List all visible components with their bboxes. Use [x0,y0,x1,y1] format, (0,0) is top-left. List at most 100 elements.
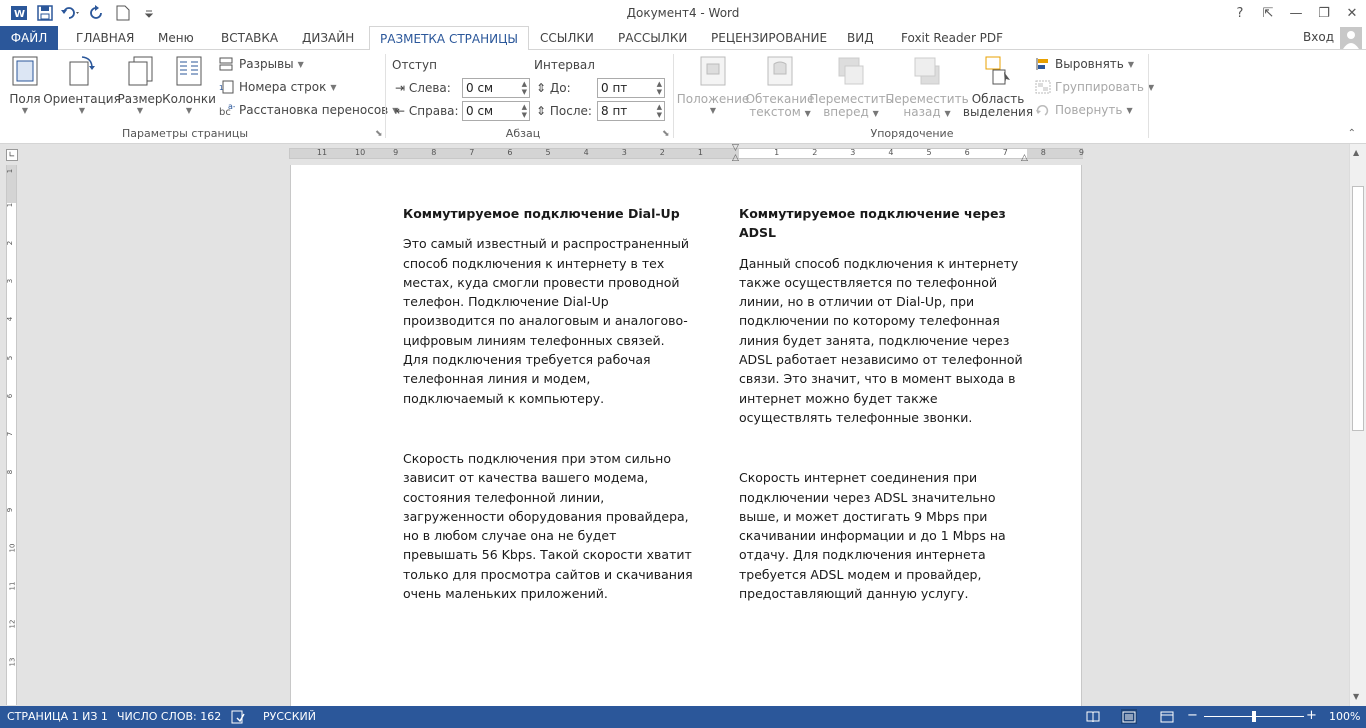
spinner-arrows-icon[interactable]: ▲ ▼ [657,80,662,96]
tab-mailings[interactable]: РАССЫЛКИ [608,26,697,50]
tab-references[interactable]: ССЫЛКИ [530,26,604,50]
group-button[interactable]: Группировать ▼ [1035,80,1154,94]
spacing-before-value: 0 пт [601,81,628,95]
column-left[interactable]: Коммутируемое подключение Dial-Up Это са… [403,165,693,644]
line-numbers-label: Номера строк [239,80,327,94]
spacing-after-field[interactable]: 8 пт ▲ ▼ [597,101,665,121]
tab-home[interactable]: ГЛАВНАЯ [66,26,144,50]
zoom-in-button[interactable]: + [1306,708,1317,723]
spinner-arrows-icon[interactable]: ▲ ▼ [522,80,527,96]
align-button[interactable]: Выровнять ▼ [1035,57,1134,71]
indent-right-field[interactable]: 0 см ▲ ▼ [462,101,530,121]
ruler-tick-label: 11 [316,148,328,157]
vruler-tick-label: 3 [6,279,15,284]
indent-right-label: ⇤ Справа: [395,104,459,118]
tab-file[interactable]: ФАЙЛ [0,26,58,50]
ruler-tick-label: 9 [1078,148,1084,157]
tab-foxit-reader-pdf[interactable]: Foxit Reader PDF [891,26,1013,50]
line-numbers-button[interactable]: 1 Номера строк ▼ [219,80,337,94]
scrollbar-thumb[interactable] [1352,186,1364,431]
vruler-tick-label: 9 [6,507,15,513]
document-page[interactable]: Коммутируемое подключение Dial-Up Это са… [290,165,1082,706]
margins-button[interactable]: Поля ▼ [8,56,42,115]
selection-pane-button[interactable]: Область выделения [962,56,1034,119]
zoom-out-button[interactable]: − [1187,708,1198,723]
spacing-before-label-text: До: [549,81,571,95]
scroll-up-icon[interactable]: ▲ [1353,148,1359,157]
paragraph-dialog-launcher-icon[interactable]: ⬊ [662,129,670,139]
ruler-right-margin-shade [1027,149,1083,158]
ribbon: Поля ▼ Ориентация ▼ Размер ▼ Колонки ▼ Р… [0,50,1366,144]
zoom-level[interactable]: 100% [1329,710,1360,723]
arrange-group-label: Упорядочение [870,127,954,140]
read-mode-icon[interactable] [1085,709,1101,724]
ruler-tick-label: 3 [621,148,627,157]
indent-right-icon: ⇤ [395,104,406,118]
tab-menu[interactable]: Меню [148,26,204,50]
position-button[interactable]: Положение ▼ [677,56,749,115]
svg-text:a-: a- [228,103,235,111]
horizontal-ruler[interactable]: 11 10 9 8 7 6 5 4 3 2 1 1 2 3 4 5 6 7 8 9 ▽ △ △ [289,143,1084,163]
word-count[interactable]: ЧИСЛО СЛОВ: 162 [117,710,221,723]
ruler-text-area [739,149,1027,158]
right-indent-marker-icon[interactable]: △ [1021,153,1028,163]
maximize-button[interactable]: ❐ [1310,0,1338,26]
spacing-after-label-text: После: [549,104,592,118]
chevron-down-icon: ▼ [136,106,144,115]
size-button[interactable]: Размер ▼ [117,56,163,115]
web-layout-icon[interactable] [1159,709,1175,724]
selection-pane-label-2: выделения [962,105,1034,119]
spinner-arrows-icon[interactable]: ▲ ▼ [657,103,662,119]
spacing-before-field[interactable]: 0 пт ▲ ▼ [597,78,665,98]
tab-view[interactable]: ВИД [837,26,884,50]
spinner-arrows-icon[interactable]: ▲ ▼ [522,103,527,119]
ruler-tick-label: 6 [507,148,513,157]
spacing-heading: Интервал [534,58,595,72]
indent-left-field[interactable]: 0 см ▲ ▼ [462,78,530,98]
tab-insert[interactable]: ВСТАВКА [211,26,288,50]
tab-selector-icon[interactable]: ∟ [6,149,18,161]
tab-page-layout[interactable]: РАЗМЕТКА СТРАНИЦЫ [369,26,530,51]
left-indent-marker-icon[interactable]: △ [732,153,739,163]
bring-forward-button[interactable]: Переместить вперед ▼ [809,56,893,119]
vertical-scrollbar[interactable]: ▲ ▼ [1349,144,1366,706]
sign-in-link[interactable]: Вход [1303,30,1334,44]
page-setup-group-label: Параметры страницы [121,127,249,140]
language[interactable]: РУССКИЙ [263,710,316,723]
indent-left-value: 0 см [466,81,494,95]
columns-button[interactable]: Колонки ▼ [162,56,216,115]
breaks-button[interactable]: Разрывы ▼ [219,57,304,71]
orientation-button[interactable]: Ориентация ▼ [43,56,121,115]
print-layout-icon[interactable] [1121,709,1137,724]
rotate-button[interactable]: Повернуть ▼ [1035,103,1133,117]
tab-review[interactable]: РЕЦЕНЗИРОВАНИЕ [701,26,837,50]
avatar[interactable] [1340,27,1362,49]
collapse-ribbon-icon[interactable]: ⌃ [1348,128,1356,139]
right-paragraph-2: Скорость интернет соединения при подключ… [739,470,1006,602]
wrap-text-button[interactable]: Обтекание текстом ▼ [746,56,814,119]
status-bar: СТРАНИЦА 1 ИЗ 1 ЧИСЛО СЛОВ: 162 РУССКИЙ … [0,706,1366,728]
minimize-button[interactable]: — [1282,0,1310,26]
align-icon [1036,58,1048,70]
page-count[interactable]: СТРАНИЦА 1 ИЗ 1 [7,710,108,723]
page-setup-dialog-launcher-icon[interactable]: ⬊ [375,129,383,139]
close-button[interactable]: ✕ [1338,0,1366,26]
rotate-icon [1036,104,1049,116]
zoom-slider-thumb[interactable] [1252,711,1256,722]
first-line-indent-marker-icon[interactable]: ▽ [732,143,739,153]
vertical-ruler[interactable]: 1 1 2 3 4 5 6 7 8 9 10 11 12 13 [6,165,17,705]
column-right[interactable]: Коммутируемое подключение через ADSL Дан… [739,165,1029,644]
left-paragraph-1: Это самый известный и распространенный с… [403,236,689,406]
right-heading: Коммутируемое подключение через ADSL [739,206,1006,241]
scroll-down-icon[interactable]: ▼ [1353,692,1359,701]
send-backward-button[interactable]: Переместить назад ▼ [885,56,969,119]
tab-design[interactable]: ДИЗАЙН [292,26,364,50]
ribbon-display-options-button[interactable]: ⇱ [1254,0,1282,26]
help-button[interactable]: ? [1226,0,1254,26]
hyphenation-button[interactable]: bca- Расстановка переносов ▼ [219,103,398,117]
chevron-down-icon: ▼ [21,106,29,115]
vruler-tick-label: 12 [8,619,17,629]
bring-forward-label-2-text: вперед [823,105,869,119]
group-separator [1148,54,1149,138]
proofing-icon[interactable] [230,709,246,724]
